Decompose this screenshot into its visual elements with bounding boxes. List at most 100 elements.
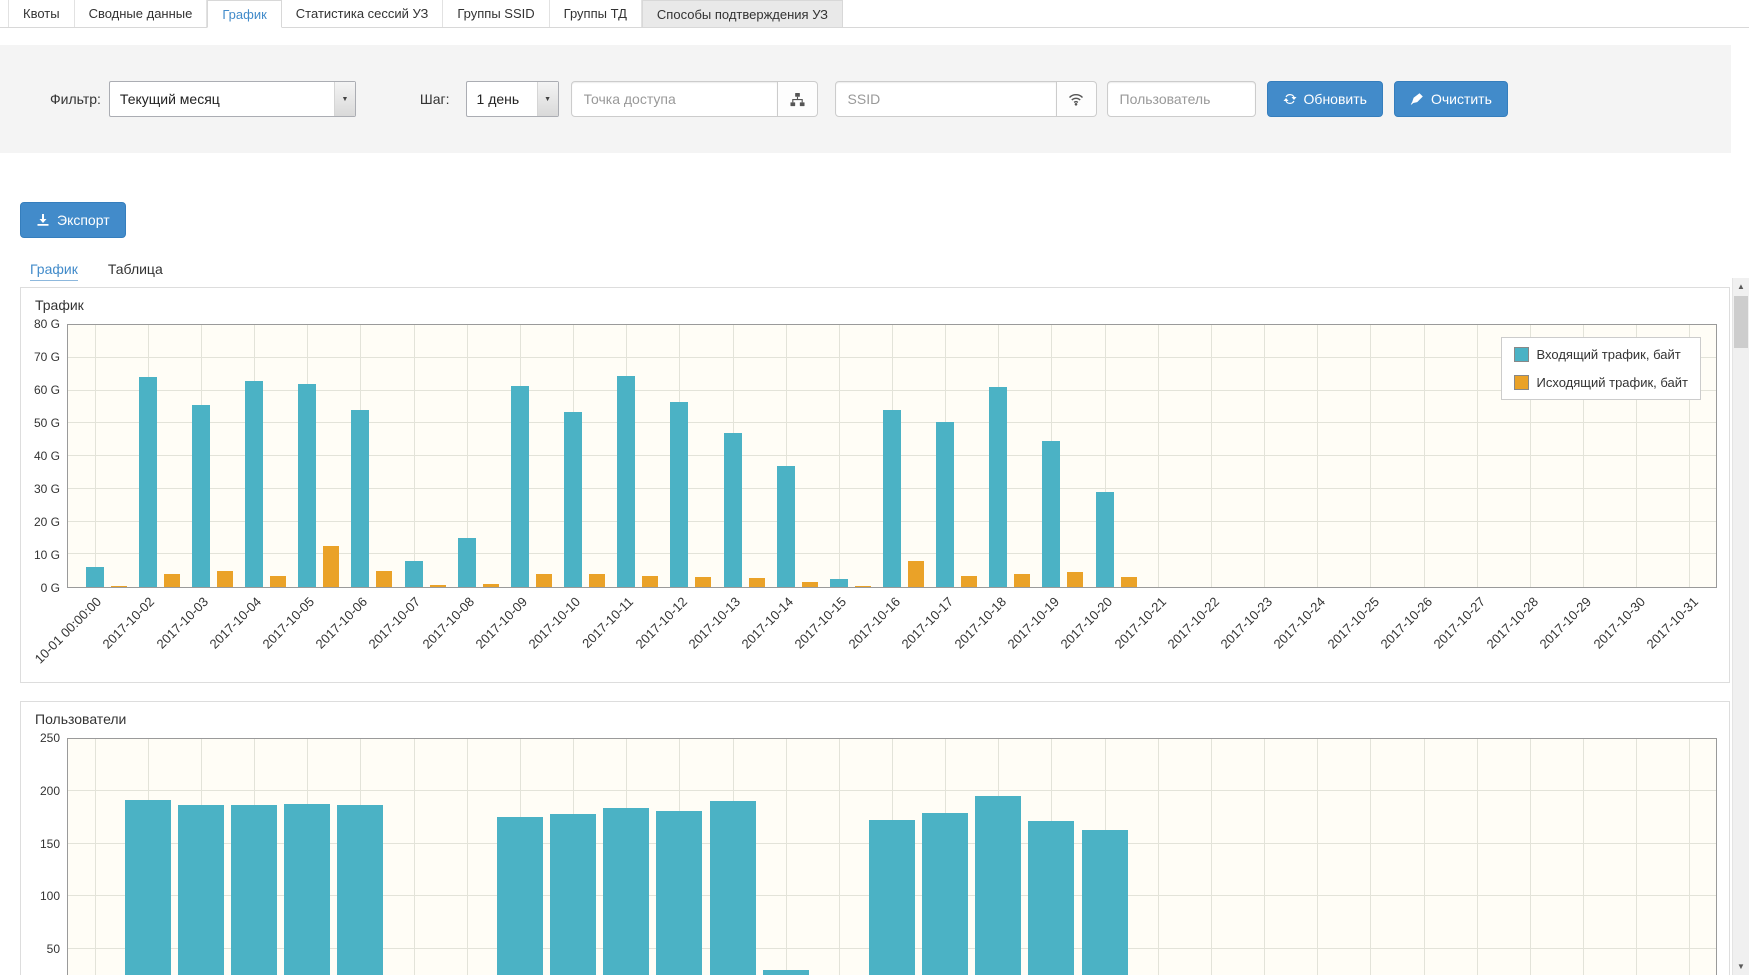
bar-outgoing	[111, 586, 127, 587]
bar-incoming	[656, 811, 702, 975]
gridline	[1583, 739, 1584, 975]
x-axis-label: 2017-10-26	[1377, 594, 1435, 652]
y-axis-label: 70 G	[34, 349, 60, 365]
tab-svodnye-dannye[interactable]: Сводные данные	[75, 0, 208, 27]
scrollbar-down-arrow[interactable]: ▼	[1733, 958, 1749, 975]
bar-incoming	[1042, 441, 1060, 587]
top-tab-bar: Квоты Сводные данные График Статистика с…	[0, 0, 1749, 28]
x-axis-label: 2017-10-13	[685, 594, 743, 652]
bar-incoming	[869, 820, 915, 975]
export-button-label: Экспорт	[57, 212, 110, 228]
x-axis-label: 2017-10-19	[1005, 594, 1063, 652]
y-axis-label: 60 G	[34, 382, 60, 398]
traffic-chart: 0 G10 G20 G30 G40 G50 G60 G70 G80 G Вход…	[21, 321, 1729, 682]
legend-label-incoming: Входящий трафик, байт	[1537, 347, 1681, 362]
x-axis-label: 2017-10-07	[366, 594, 424, 652]
y-axis-label: 30 G	[34, 481, 60, 497]
refresh-button[interactable]: Обновить	[1267, 81, 1383, 117]
export-row: Экспорт	[20, 202, 1749, 238]
tab-gruppy-ssid[interactable]: Группы SSID	[443, 0, 549, 27]
bar-incoming	[710, 801, 756, 975]
gridline	[1689, 739, 1690, 975]
bar-incoming	[125, 800, 171, 975]
scrollbar-up-arrow[interactable]: ▲	[1733, 278, 1749, 295]
bar-outgoing	[695, 577, 711, 587]
bar-incoming	[284, 804, 330, 975]
gridline	[1370, 325, 1371, 587]
x-axis-label: 2017-10-28	[1484, 594, 1542, 652]
sitemap-icon	[790, 92, 805, 107]
wifi-icon	[1068, 92, 1084, 106]
bar-incoming	[86, 567, 104, 587]
bar-outgoing	[642, 576, 658, 587]
bar-outgoing	[1121, 577, 1137, 587]
bar-outgoing	[908, 561, 924, 587]
gridline	[414, 325, 415, 587]
subtab-grafik[interactable]: График	[30, 261, 78, 281]
ssid-picker-button[interactable]	[1057, 81, 1097, 117]
x-axis-label: 2017-10-30	[1590, 594, 1648, 652]
access-point-input-group	[571, 81, 818, 117]
download-icon	[36, 213, 50, 227]
tab-statistika-sessiy-uz[interactable]: Статистика сессий УЗ	[282, 0, 444, 27]
traffic-x-axis: 10-01 00:00:002017-10-022017-10-032017-1…	[67, 588, 1717, 676]
incoming-color-swatch	[1514, 347, 1529, 362]
y-axis-label: 250	[40, 730, 60, 746]
bar-outgoing	[323, 546, 339, 587]
vertical-scrollbar[interactable]: ▲ ▼	[1732, 278, 1749, 975]
export-button[interactable]: Экспорт	[20, 202, 126, 238]
bar-incoming	[139, 377, 157, 587]
users-panel: Пользователи 050100150200250	[20, 701, 1730, 975]
bar-outgoing	[961, 576, 977, 587]
gridline	[1264, 739, 1265, 975]
y-axis-label: 150	[40, 836, 60, 852]
bar-incoming	[830, 579, 848, 587]
bar-incoming	[298, 384, 316, 587]
outgoing-color-swatch	[1514, 375, 1529, 390]
bar-incoming	[603, 808, 649, 975]
access-point-picker-button[interactable]	[778, 81, 818, 117]
gridline	[1424, 739, 1425, 975]
bar-incoming	[922, 813, 968, 975]
user-input[interactable]	[1107, 81, 1256, 117]
broom-icon	[1410, 92, 1424, 106]
bar-incoming	[351, 410, 369, 587]
bar-incoming	[458, 538, 476, 587]
gridline	[95, 739, 96, 975]
x-axis-label: 2017-10-20	[1058, 594, 1116, 652]
users-plot-area	[67, 738, 1717, 975]
bar-outgoing	[749, 578, 765, 587]
gridline	[1317, 325, 1318, 587]
gridline	[1264, 325, 1265, 587]
x-axis-label: 2017-10-31	[1643, 594, 1701, 652]
x-axis-label: 2017-10-12	[632, 594, 690, 652]
users-panel-title: Пользователи	[21, 702, 1729, 735]
bar-outgoing	[430, 585, 446, 587]
traffic-panel: Трафик 0 G10 G20 G30 G40 G50 G60 G70 G80…	[20, 287, 1730, 683]
y-axis-label: 100	[40, 888, 60, 904]
access-point-input[interactable]	[571, 81, 778, 117]
tab-grafik[interactable]: График	[207, 0, 281, 28]
ssid-input[interactable]	[835, 81, 1057, 117]
bar-incoming	[936, 422, 954, 587]
gridline	[839, 739, 840, 975]
gridline	[1477, 325, 1478, 587]
tab-sposoby-podtverzhdeniya-uz[interactable]: Способы подтверждения УЗ	[642, 0, 843, 27]
bar-incoming	[511, 386, 529, 587]
ssid-input-group	[835, 81, 1097, 117]
x-axis-label: 2017-10-29	[1537, 594, 1595, 652]
period-select[interactable]: Текущий месяц ▼	[109, 81, 356, 117]
gridline	[1158, 739, 1159, 975]
scrollbar-thumb[interactable]	[1734, 296, 1748, 348]
x-axis-label: 2017-10-18	[951, 594, 1009, 652]
step-select[interactable]: 1 день ▼	[466, 81, 559, 117]
tab-gruppy-td[interactable]: Группы ТД	[550, 0, 642, 27]
gridline	[414, 739, 415, 975]
users-chart: 050100150200250	[21, 735, 1729, 975]
bar-outgoing	[536, 574, 552, 587]
gridline	[839, 325, 840, 587]
clear-button[interactable]: Очистить	[1394, 81, 1508, 117]
subtab-tablica[interactable]: Таблица	[108, 261, 163, 281]
x-axis-label: 2017-10-14	[739, 594, 797, 652]
tab-kvoty[interactable]: Квоты	[8, 0, 75, 27]
